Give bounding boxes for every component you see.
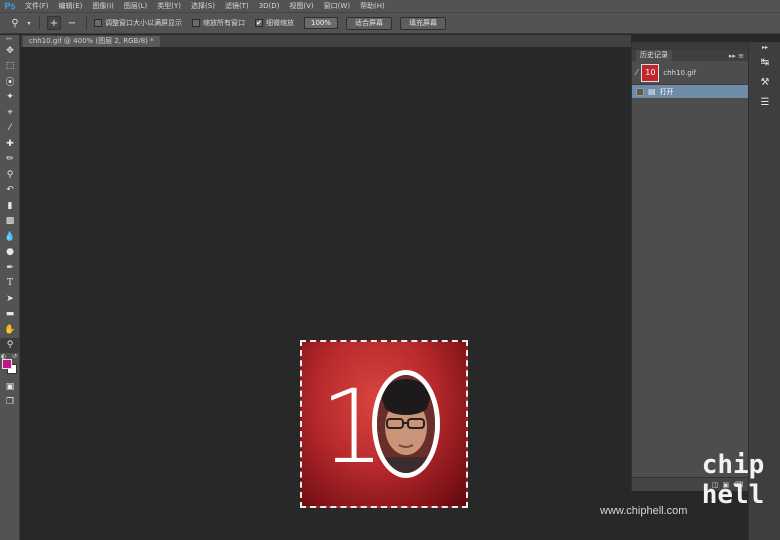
document-tab[interactable]: chh10.gif @ 400% (图层 2, RGB/8) * [23, 36, 160, 47]
quick-select-tool-icon[interactable]: ✦ [0, 90, 20, 106]
dodge-tool-icon[interactable]: ● [0, 245, 20, 261]
dock-collapse-icon[interactable]: ▸▸ [749, 42, 780, 52]
swap-colors-icon[interactable]: ↺ [12, 353, 17, 360]
history-panel-icon[interactable]: ↹ [749, 52, 780, 72]
panel-dock-bar [632, 42, 748, 50]
healing-brush-tool-icon[interactable]: ✚ [0, 136, 20, 152]
portrait-image [372, 370, 440, 478]
checkbox-box[interactable] [192, 19, 200, 27]
zoom-tool-icon[interactable]: ⚲ [0, 337, 20, 353]
eyedropper-tool-icon[interactable]: ⁄ [0, 121, 20, 137]
fill-screen-button[interactable]: 填充屏幕 [400, 16, 446, 30]
menu-edit[interactable]: 编辑(E) [54, 0, 88, 12]
gradient-tool-icon[interactable]: ▩ [0, 214, 20, 230]
panel-menu-icon[interactable]: ▸▸ ≡ [729, 52, 744, 60]
watermark-url: www.chiphell.com [600, 505, 688, 517]
snapshot-thumbnail: 10 [641, 63, 660, 82]
chevron-down-icon[interactable]: ▾ [26, 16, 32, 30]
zoom-out-icon[interactable]: − [65, 16, 79, 30]
menu-file[interactable]: 文件(F) [20, 0, 54, 12]
resize-windows-label: 调整窗口大小以满屏显示 [105, 19, 182, 27]
brush-source-icon[interactable]: ⁄ [636, 68, 637, 77]
checkmark-icon[interactable]: ✔ [255, 19, 263, 27]
menu-select[interactable]: 选择(S) [186, 0, 220, 12]
type-tool-icon[interactable]: T [0, 276, 20, 292]
watermark-logo-line1: chip [701, 450, 765, 480]
brush-tool-icon[interactable]: ✏ [0, 152, 20, 168]
blur-tool-icon[interactable]: 💧 [0, 229, 20, 245]
zoom-value-field[interactable]: 100% [304, 17, 338, 29]
brush-presets-icon[interactable]: ☰ [749, 92, 780, 112]
menu-layer[interactable]: 图层(L) [119, 0, 152, 12]
clone-stamp-tool-icon[interactable]: ⚲ [0, 167, 20, 183]
panel-header: 历史记录 ▸▸ ≡ [632, 50, 748, 61]
screen-mode-icon[interactable]: ❐ [0, 395, 20, 411]
watermark-logo: chip hell [697, 450, 769, 522]
menu-view[interactable]: 视图(V) [284, 0, 318, 12]
tool-presets-icon[interactable]: ⚒ [749, 72, 780, 92]
divider [86, 16, 87, 30]
menu-3d[interactable]: 3D(D) [254, 0, 285, 12]
options-bar: ⚲ ▾ + − 调整窗口大小以满屏显示 缩放所有窗口 ✔ 细微缩放 100% 适… [0, 12, 780, 34]
checkbox-box[interactable] [94, 19, 102, 27]
menu-filter[interactable]: 滤镜(T) [220, 0, 254, 12]
rectangle-tool-icon[interactable]: ▬ [0, 307, 20, 323]
toolbox-collapse-icon[interactable]: ▸▸ [0, 35, 19, 43]
zoom-in-icon[interactable]: + [47, 16, 61, 30]
zoom-all-windows-label: 缩放所有窗口 [203, 19, 245, 27]
fit-screen-button[interactable]: 适合屏幕 [346, 16, 392, 30]
quick-mask-icon[interactable]: ▣ [0, 379, 20, 395]
foreground-color-swatch[interactable] [2, 359, 12, 369]
lasso-tool-icon[interactable]: ⦿ [0, 74, 20, 90]
history-brush-tool-icon[interactable]: ↶ [0, 183, 20, 199]
eraser-tool-icon[interactable]: ▮ [0, 198, 20, 214]
color-swatches: ◐ ↺ [0, 353, 20, 379]
history-state-label: 打开 [659, 87, 674, 96]
snapshot-label: chh10.gif [663, 68, 697, 77]
pen-tool-icon[interactable]: ✒ [0, 260, 20, 276]
hand-tool-icon[interactable]: ✋ [0, 322, 20, 338]
history-source-box[interactable] [636, 87, 644, 96]
scrubby-zoom-checkbox[interactable]: ✔ 细微缩放 [255, 18, 294, 28]
document-canvas[interactable]: 10 [300, 340, 468, 508]
photoshop-logo[interactable]: Ps [0, 0, 20, 12]
history-snapshot[interactable]: ⁄ 10 chh10.gif [632, 61, 748, 85]
scrubby-zoom-label: 细微缩放 [266, 19, 294, 27]
zoom-tool-preset-icon[interactable]: ⚲ [8, 16, 22, 30]
document-tab-bar: chh10.gif @ 400% (图层 2, RGB/8) * [21, 35, 631, 47]
history-state[interactable]: ▤ 打开 [632, 85, 748, 98]
menu-window[interactable]: 窗口(W) [319, 0, 355, 12]
menu-bar: Ps 文件(F) 编辑(E) 图像(I) 图层(L) 类型(Y) 选择(S) 滤… [0, 0, 780, 12]
resize-windows-checkbox[interactable]: 调整窗口大小以满屏显示 [94, 18, 182, 28]
history-tab[interactable]: 历史记录 [636, 50, 672, 61]
divider [39, 16, 40, 30]
crop-tool-icon[interactable]: ⌖ [0, 105, 20, 121]
move-tool-icon[interactable]: ✥ [0, 43, 20, 59]
open-document-icon: ▤ [648, 87, 656, 96]
menu-type[interactable]: 类型(Y) [152, 0, 186, 12]
zoom-all-windows-checkbox[interactable]: 缩放所有窗口 [192, 18, 245, 28]
history-panel: 历史记录 ▸▸ ≡ ⁄ 10 chh10.gif ▤ 打开 ◫ ▣ ⌫ [631, 42, 749, 491]
watermark-logo-line2: hell [701, 480, 765, 510]
menu-help[interactable]: 帮助(H) [355, 0, 390, 12]
marquee-tool-icon[interactable]: ⬚ [0, 59, 20, 75]
portrait-illustration [377, 375, 435, 473]
menu-image[interactable]: 图像(I) [87, 0, 119, 12]
toolbox: ▸▸ ✥ ⬚ ⦿ ✦ ⌖ ⁄ ✚ ✏ ⚲ ↶ ▮ ▩ 💧 ● ✒ T ➤ ▬ ✋… [0, 35, 20, 540]
path-select-tool-icon[interactable]: ➤ [0, 291, 20, 307]
